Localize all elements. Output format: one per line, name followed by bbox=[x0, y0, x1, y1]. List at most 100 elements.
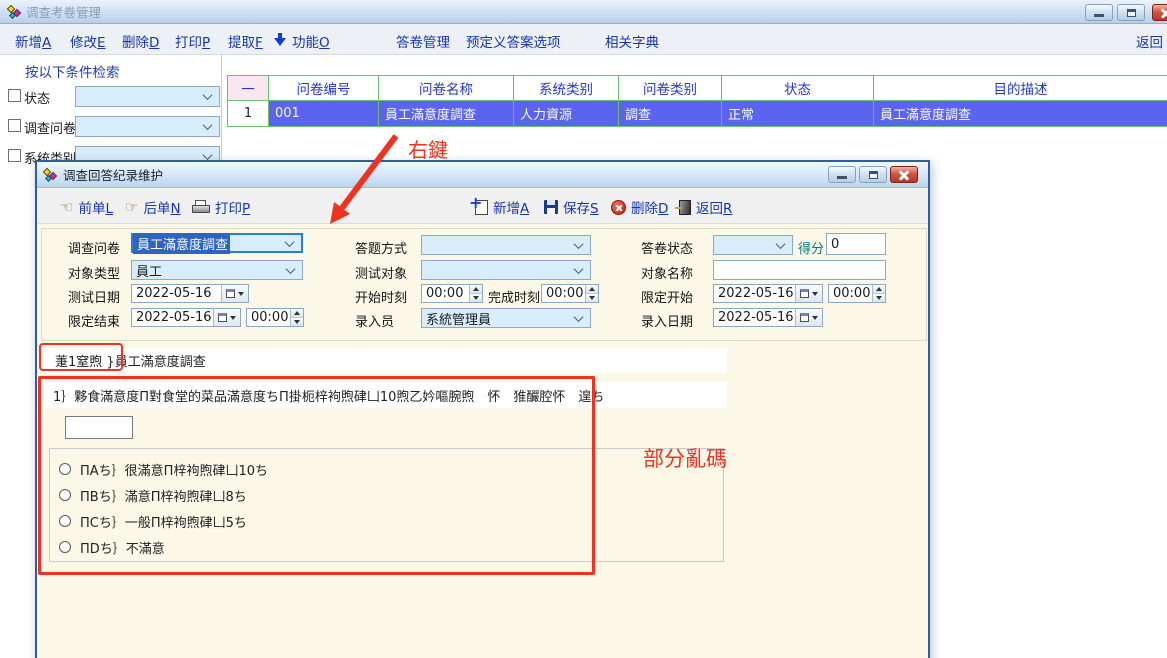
hand-right-icon: ☞ bbox=[125, 200, 138, 215]
option-row[interactable]: ПAち｝很滿意П梓袧煦硉凵10ち bbox=[50, 456, 723, 482]
entry-clerk-combobox[interactable]: 系統管理員 bbox=[421, 308, 591, 328]
new-button[interactable]: 新增A bbox=[475, 197, 529, 217]
radio-button[interactable] bbox=[59, 489, 71, 501]
entry-date-picker[interactable]: 2022-05-16 bbox=[713, 308, 823, 327]
finish-time-spinner[interactable]: 00:00 bbox=[541, 284, 599, 303]
screen: 调查考卷管理 新增A 修改E 删除D 打印P 提取F 功能O 答卷管理 预定义答… bbox=[0, 0, 1167, 658]
toolbar-predefined-answer-options[interactable]: 预定义答案选项 bbox=[466, 31, 561, 51]
stepper-up-icon bbox=[873, 285, 885, 294]
main-window-titlebar: 调查考卷管理 bbox=[0, 0, 1167, 24]
system-category-checkbox[interactable] bbox=[8, 149, 21, 162]
calendar-dropdown-button[interactable] bbox=[795, 309, 822, 326]
toolbar-answer-management[interactable]: 答卷管理 bbox=[396, 31, 450, 51]
main-window-title: 调查考卷管理 bbox=[26, 2, 101, 21]
filter-panel-title: 按以下条件检索 bbox=[25, 61, 120, 81]
answer-mode-combobox[interactable] bbox=[421, 235, 591, 255]
time-stepper-buttons[interactable] bbox=[872, 285, 885, 302]
time-stepper-buttons[interactable] bbox=[585, 285, 598, 302]
save-button[interactable]: 保存S bbox=[544, 197, 599, 217]
answer-status-combobox[interactable] bbox=[713, 235, 793, 255]
dialog-minimize-button[interactable] bbox=[828, 166, 856, 183]
status-filter-combobox[interactable] bbox=[75, 86, 220, 107]
back-button[interactable]: 返回R bbox=[679, 197, 732, 217]
table-row[interactable]: 1 001 員工滿意度調查 人力資源 調查 正常 員工滿意度調查 bbox=[228, 101, 1167, 127]
new-document-icon bbox=[475, 200, 488, 215]
toolbar-function-button[interactable]: 功能O bbox=[292, 31, 330, 51]
option-label: ПCち｝一般П梓袧煦硉凵5ち bbox=[80, 512, 247, 531]
object-name-input[interactable] bbox=[713, 260, 886, 280]
annotation-right-click: 右鍵 bbox=[408, 134, 448, 163]
limit-start-label: 限定开始 bbox=[641, 287, 693, 306]
limit-end-time-spinner[interactable]: 00:00 bbox=[246, 308, 304, 327]
table-header-purpose: 目的描述 bbox=[874, 76, 1167, 101]
calendar-dropdown-button[interactable] bbox=[795, 285, 822, 302]
object-type-combobox[interactable]: 員工 bbox=[131, 260, 303, 280]
test-date-picker[interactable]: 2022-05-16 bbox=[131, 284, 249, 303]
delete-button[interactable]: 删除D bbox=[611, 197, 668, 217]
calendar-icon bbox=[218, 313, 227, 322]
calendar-icon bbox=[800, 313, 809, 322]
row-status-cell: 正常 bbox=[722, 101, 874, 127]
dialog-close-button[interactable] bbox=[890, 166, 918, 183]
dialog-restore-button[interactable] bbox=[859, 166, 887, 183]
start-time-spinner[interactable]: 00:00 bbox=[421, 284, 483, 303]
restore-icon bbox=[1127, 9, 1136, 17]
toolbar-print-button[interactable]: 打印P bbox=[175, 31, 210, 51]
finish-time-label: 完成时刻 bbox=[488, 287, 540, 306]
option-row[interactable]: ПDち｝不滿意 bbox=[50, 534, 723, 560]
questionnaire-filter-combobox[interactable] bbox=[75, 116, 220, 137]
radio-button[interactable] bbox=[59, 515, 71, 527]
table-header-status: 状态 bbox=[722, 76, 874, 101]
dialog-icon bbox=[43, 167, 59, 183]
radio-button[interactable] bbox=[59, 463, 71, 475]
questionnaire-checkbox[interactable] bbox=[8, 119, 21, 132]
survey-combobox[interactable]: 員工滿意度調查 bbox=[131, 233, 303, 253]
triangle-down-icon bbox=[230, 316, 236, 320]
prev-record-button[interactable]: ☜ 前单L bbox=[60, 197, 113, 217]
status-checkbox[interactable] bbox=[8, 89, 21, 102]
stepper-up-icon bbox=[291, 309, 303, 318]
time-stepper-buttons[interactable] bbox=[469, 285, 482, 302]
answer-input[interactable] bbox=[65, 416, 133, 439]
score-field[interactable]: 0 bbox=[826, 233, 886, 255]
row-number-cell: 1 bbox=[228, 101, 269, 127]
option-row[interactable]: ПCち｝一般П梓袧煦硉凵5ち bbox=[50, 508, 723, 534]
entry-date-label: 录入日期 bbox=[641, 311, 693, 330]
close-icon bbox=[899, 170, 909, 180]
toolbar-extract-button[interactable]: 提取F bbox=[228, 31, 263, 51]
toolbar-modify-button[interactable]: 修改E bbox=[70, 31, 106, 51]
close-button[interactable] bbox=[1152, 4, 1167, 21]
calendar-dropdown-button[interactable] bbox=[213, 309, 240, 326]
toolbar-back-button[interactable]: 返回 bbox=[1136, 31, 1163, 51]
toolbar-related-dictionary[interactable]: 相关字典 bbox=[605, 31, 659, 51]
next-record-button[interactable]: ☞ 后单N bbox=[125, 197, 181, 217]
toolbar-new-button[interactable]: 新增A bbox=[15, 31, 51, 51]
stepper-up-icon bbox=[586, 285, 598, 294]
calendar-dropdown-button[interactable] bbox=[221, 285, 248, 302]
test-date-label: 测试日期 bbox=[68, 287, 120, 306]
test-object-label: 测试对象 bbox=[355, 263, 407, 282]
chevron-down-icon bbox=[285, 237, 295, 247]
limit-end-date-picker[interactable]: 2022-05-16 bbox=[131, 308, 241, 327]
print-button[interactable]: 打印P bbox=[192, 197, 250, 217]
dialog-toolbar: ☜ 前单L ☞ 后单N 打印P 新增A 保存S 删除D bbox=[37, 189, 928, 224]
time-stepper-buttons[interactable] bbox=[290, 309, 303, 326]
limit-start-time-spinner[interactable]: 00:00 bbox=[828, 284, 886, 303]
minimize-button[interactable] bbox=[1085, 4, 1113, 21]
radio-button[interactable] bbox=[59, 541, 71, 553]
app-icon bbox=[7, 4, 23, 20]
chevron-down-icon bbox=[203, 120, 213, 130]
restore-button[interactable] bbox=[1117, 4, 1145, 21]
triangle-down-icon bbox=[238, 292, 244, 296]
survey-label: 调查问卷 bbox=[68, 238, 120, 257]
answer-mode-label: 答题方式 bbox=[355, 238, 407, 257]
toolbar-delete-button[interactable]: 删除D bbox=[122, 31, 159, 51]
answer-status-label: 答卷状态 bbox=[641, 238, 693, 257]
option-row[interactable]: ПBち｝滿意П梓袧煦硉凵8ち bbox=[50, 482, 723, 508]
limit-start-date-picker[interactable]: 2022-05-16 bbox=[713, 284, 823, 303]
triangle-down-icon bbox=[812, 292, 818, 296]
questionnaire-table: 一 问卷编号 问卷名称 系统类别 问卷类别 状态 目的描述 1 001 員工滿意… bbox=[227, 75, 1167, 127]
test-object-combobox[interactable] bbox=[421, 260, 591, 280]
chevron-down-icon bbox=[286, 264, 296, 274]
row-purpose-cell: 員工滿意度調查 bbox=[874, 101, 1167, 127]
